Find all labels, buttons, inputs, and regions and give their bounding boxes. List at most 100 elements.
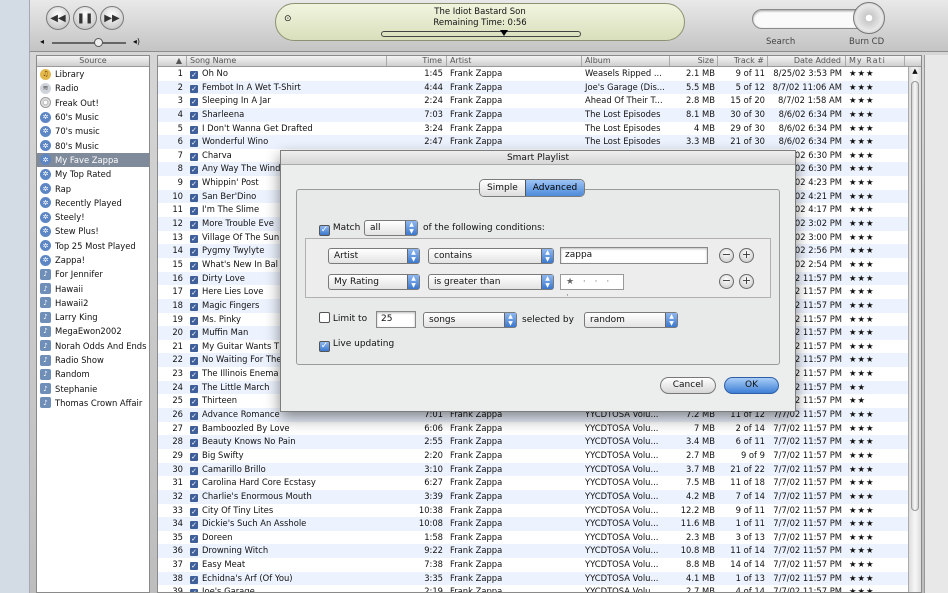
remove-condition1-button[interactable]: − [719, 248, 734, 263]
source-item[interactable]: ♪ Larry King [37, 310, 149, 324]
col-header-time[interactable]: Time [387, 56, 447, 66]
col-header-artist[interactable]: Artist [447, 56, 582, 66]
song-enabled-checkbox[interactable]: ✓ [190, 534, 198, 543]
song-enabled-checkbox[interactable]: ✓ [190, 466, 198, 475]
table-row[interactable]: 39 ✓ Joe's Garage 2:19 Frank Zappa YYCDTOSA V… [158, 585, 921, 592]
tab-advanced[interactable]: Advanced [524, 180, 585, 196]
playhead[interactable] [500, 30, 508, 36]
limit-unit-select[interactable]: songs ▲ ▼ [423, 312, 517, 328]
song-enabled-checkbox[interactable]: ✓ [190, 316, 198, 325]
table-row[interactable]: 5 ✓ I Don't Wanna Get Drafted 3:24 Frank Zap… [158, 122, 921, 136]
song-enabled-checkbox[interactable]: ✓ [190, 589, 198, 592]
source-item[interactable]: ♪ Norah Odds And Ends [37, 339, 149, 353]
volume-knob[interactable] [94, 38, 103, 47]
col-header-rating[interactable]: My Rati [846, 56, 905, 66]
source-item[interactable]: ✲ Steely! [37, 210, 149, 224]
display-toggle-icon[interactable]: ⊙ [284, 14, 292, 24]
song-enabled-checkbox[interactable]: ✓ [190, 425, 198, 434]
table-row[interactable]: 31 ✓ Carolina Hard Core Ecstasy 6:27 Frank Z… [158, 476, 921, 490]
table-row[interactable]: 36 ✓ Drowning Witch 9:22 Frank Zappa YYCDTOSA… [158, 544, 921, 559]
table-row[interactable]: 30 ✓ Camarillo Brillo 3:10 Frank Zappa YYCDTO… [158, 462, 921, 477]
remove-condition2-button[interactable]: − [719, 274, 734, 289]
condition1-operator-select[interactable]: contains ▲ ▼ [428, 248, 554, 264]
source-item[interactable]: ♪ Random [37, 367, 149, 381]
table-row[interactable]: 38 ✓ Echidna's Arf (Of You) 3:35 Frank Zappa… [158, 571, 921, 586]
source-item[interactable]: ♪ For Jennifer [37, 267, 149, 281]
song-enabled-checkbox[interactable]: ✓ [190, 357, 198, 366]
song-enabled-checkbox[interactable]: ✓ [190, 343, 198, 352]
song-enabled-checkbox[interactable]: ✓ [190, 166, 198, 175]
previous-track-button[interactable]: ◀◀ [46, 6, 70, 30]
scroll-up-icon[interactable]: ▲ [909, 67, 921, 78]
song-enabled-checkbox[interactable]: ✓ [190, 193, 198, 202]
col-header-date-added[interactable]: Date Added [768, 56, 846, 66]
table-row[interactable]: 35 ✓ Doreen 1:58 Frank Zappa YYCDTOSA Volu...… [158, 531, 921, 545]
song-enabled-checkbox[interactable]: ✓ [190, 330, 198, 339]
table-row[interactable]: 4 ✓ Sharleena 7:03 Frank Zappa The Lost Episo… [158, 107, 921, 122]
table-row[interactable]: 34 ✓ Dickie's Such An Asshole 10:08 Frank Za… [158, 517, 921, 531]
song-enabled-checkbox[interactable]: ✓ [190, 398, 198, 407]
scroll-thumb[interactable] [911, 81, 919, 511]
source-item[interactable]: ✲ 70's music [37, 124, 149, 138]
live-updating-checkbox[interactable]: ✓ [319, 341, 330, 352]
source-item[interactable]: ✲ Zappa! [37, 253, 149, 267]
col-header-album[interactable]: Album [582, 56, 670, 66]
source-item[interactable]: ♪ Radio Show [37, 353, 149, 367]
col-header-song-name[interactable]: Song Name [187, 56, 387, 66]
table-row[interactable]: 27 ✓ Bamboozled By Love 6:06 Frank Zappa YYCD… [158, 422, 921, 436]
condition1-value-input[interactable]: zappa [560, 247, 708, 264]
table-row[interactable]: 32 ✓ Charlie's Enormous Mouth 3:39 Frank Zap… [158, 489, 921, 504]
tab-simple[interactable]: Simple [480, 180, 525, 196]
song-enabled-checkbox[interactable]: ✓ [190, 289, 198, 298]
source-item[interactable]: ✲ Stew Plus! [37, 224, 149, 238]
table-row[interactable]: 37 ✓ Easy Meat 7:38 Frank Zappa YYCDTOSA Volu… [158, 558, 921, 572]
limit-checkbox[interactable] [319, 312, 330, 323]
col-header-index[interactable]: ▲ [158, 56, 187, 66]
add-condition2-button[interactable]: + [739, 274, 754, 289]
song-enabled-checkbox[interactable]: ✓ [190, 221, 198, 230]
source-item[interactable]: ♪ Thomas Crown Affair [37, 396, 149, 410]
song-enabled-checkbox[interactable]: ✓ [190, 111, 198, 120]
table-row[interactable]: 28 ✓ Beauty Knows No Pain 2:55 Frank Zappa YY… [158, 435, 921, 449]
song-enabled-checkbox[interactable]: ✓ [190, 71, 198, 79]
song-enabled-checkbox[interactable]: ✓ [190, 507, 198, 516]
song-enabled-checkbox[interactable]: ✓ [190, 452, 198, 461]
limit-count-input[interactable]: 25 [376, 311, 416, 328]
song-enabled-checkbox[interactable]: ✓ [190, 302, 198, 311]
source-item[interactable]: ✲ My Fave Zappa [37, 152, 149, 168]
source-item[interactable]: Freak Out! [37, 96, 149, 110]
song-enabled-checkbox[interactable]: ✓ [190, 521, 198, 530]
song-enabled-checkbox[interactable]: ✓ [190, 439, 198, 448]
table-row[interactable]: 6 ✓ Wonderful Wino 2:47 Frank Zappa The Lost … [158, 135, 921, 149]
table-row[interactable]: 33 ✓ City Of Tiny Lites 10:38 Frank Zappa YYC… [158, 504, 921, 518]
song-enabled-checkbox[interactable]: ✓ [190, 480, 198, 489]
song-enabled-checkbox[interactable]: ✓ [190, 139, 198, 148]
source-item[interactable]: ✲ 60's Music [37, 110, 149, 124]
song-enabled-checkbox[interactable]: ✓ [190, 98, 198, 107]
song-enabled-checkbox[interactable]: ✓ [190, 207, 198, 216]
cancel-button[interactable]: Cancel [660, 377, 716, 394]
match-checkbox[interactable]: ✓ [319, 225, 330, 236]
vertical-scrollbar[interactable]: ▲ [908, 67, 921, 592]
selected-by-select[interactable]: random ▲ ▼ [584, 312, 678, 328]
source-item[interactable]: ✲ Top 25 Most Played [37, 239, 149, 253]
table-row[interactable]: 29 ✓ Big Swifty 2:20 Frank Zappa YYCDTOSA Vol… [158, 449, 921, 463]
source-item[interactable]: ✲ Rap [37, 181, 149, 195]
condition2-operator-select[interactable]: is greater than ▲ ▼ [428, 274, 554, 290]
condition2-field-select[interactable]: My Rating ▲ ▼ [328, 274, 420, 290]
pause-button[interactable]: ❚❚ [73, 6, 97, 30]
song-enabled-checkbox[interactable]: ✓ [190, 261, 198, 270]
condition2-rating-input[interactable]: ★ · · · · [560, 274, 624, 301]
source-item[interactable]: ✲ Recently Played [37, 196, 149, 210]
song-enabled-checkbox[interactable]: ✓ [190, 412, 198, 421]
col-header-track[interactable]: Track # [718, 56, 768, 66]
source-item[interactable]: ✲ 80's Music [37, 138, 149, 152]
source-item[interactable]: ♪ Hawaii [37, 281, 149, 295]
source-item[interactable]: ♪ Stephanie [37, 382, 149, 396]
song-enabled-checkbox[interactable]: ✓ [190, 493, 198, 502]
song-enabled-checkbox[interactable]: ✓ [190, 152, 198, 161]
source-item[interactable]: ≋ Radio [37, 81, 149, 95]
volume-slider[interactable]: ◂ ◂) [40, 37, 140, 48]
song-enabled-checkbox[interactable]: ✓ [190, 371, 198, 380]
source-item[interactable]: ♪ MegaEwon2002 [37, 324, 149, 338]
